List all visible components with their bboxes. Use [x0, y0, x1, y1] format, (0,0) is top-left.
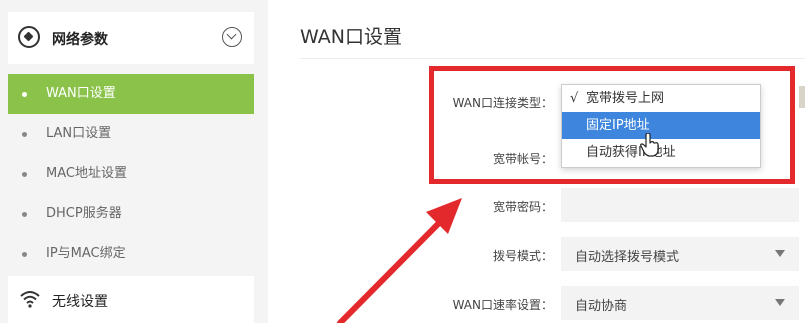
hand-cursor-icon	[640, 133, 659, 157]
wan-type-label: WAN口连接类型：	[452, 96, 553, 110]
sidebar-section-title: 网络参数	[52, 32, 108, 48]
option-label: 自动获得IP地址	[586, 145, 676, 160]
chevron-circle-icon[interactable]	[222, 27, 242, 47]
speed-select[interactable]: 自动协商	[561, 286, 799, 320]
sidebar-item-label: IP与MAC绑定	[46, 246, 126, 261]
sidebar-item-label: MAC地址设置	[46, 166, 127, 181]
caret-down-icon	[775, 299, 785, 306]
sidebar-item-dhcp[interactable]: DHCP服务器	[8, 194, 254, 234]
sidebar-item-label: LAN口设置	[46, 126, 112, 141]
sidebar: 网络参数 WAN口设置 LAN口设置 MAC地址设置 DHCP服务器 IP与MA…	[0, 0, 268, 323]
speed-label: WAN口速率设置：	[452, 298, 553, 312]
sidebar-item-label: WAN口设置	[46, 86, 116, 101]
form-row-speed: WAN口速率设置： 自动协商	[268, 286, 805, 322]
sidebar-menu: WAN口设置 LAN口设置 MAC地址设置 DHCP服务器 IP与MAC绑定	[8, 74, 254, 274]
bullet-icon	[22, 212, 27, 217]
password-field[interactable]	[561, 188, 799, 222]
dropdown-option-static-ip[interactable]: 固定IP地址	[562, 112, 760, 139]
bullet-icon	[22, 172, 27, 177]
check-icon: √	[570, 91, 579, 106]
page-title: WAN口设置	[300, 26, 402, 48]
speed-value: 自动协商	[575, 299, 628, 314]
main-panel: WAN口设置 WAN口连接类型： 宽带帐号： 宽带密码： 拨号模式： 自动选择拨…	[268, 0, 805, 323]
bullet-icon	[22, 92, 27, 97]
password-label: 宽带密码：	[492, 200, 553, 214]
sidebar-item-ip-mac-binding[interactable]: IP与MAC绑定	[8, 234, 254, 274]
dial-mode-value: 自动选择拨号模式	[575, 250, 680, 265]
sidebar-section-network-params[interactable]: 网络参数	[8, 12, 254, 64]
option-label: 宽带拨号上网	[586, 91, 665, 106]
dropdown-option-pppoe[interactable]: √ 宽带拨号上网	[562, 85, 760, 112]
option-label: 固定IP地址	[586, 118, 650, 133]
form-row-dial-mode: 拨号模式： 自动选择拨号模式	[268, 237, 805, 273]
network-params-icon	[18, 26, 40, 48]
sidebar-item-mac[interactable]: MAC地址设置	[8, 154, 254, 194]
sidebar-item-wan[interactable]: WAN口设置	[8, 74, 254, 114]
sidebar-item-lan[interactable]: LAN口设置	[8, 114, 254, 154]
sidebar-item-label: DHCP服务器	[46, 206, 122, 221]
account-label: 宽带帐号：	[492, 152, 553, 166]
dial-mode-label: 拨号模式：	[492, 249, 553, 263]
dial-mode-select[interactable]: 自动选择拨号模式	[561, 237, 799, 271]
bullet-icon	[22, 132, 27, 137]
divider	[300, 58, 805, 59]
dropdown-option-dynamic-ip[interactable]: 自动获得IP地址	[562, 139, 760, 166]
form-row-password: 宽带密码：	[268, 188, 805, 224]
bullet-icon	[22, 252, 27, 257]
sidebar-section-wireless[interactable]: 无线设置	[8, 276, 254, 323]
wan-type-dropdown[interactable]: √ 宽带拨号上网 固定IP地址 自动获得IP地址	[561, 84, 761, 168]
scrollbar-handle[interactable]	[799, 86, 805, 108]
wifi-icon	[20, 291, 40, 308]
caret-down-icon	[775, 250, 785, 257]
sidebar-section-title: 无线设置	[52, 294, 108, 310]
